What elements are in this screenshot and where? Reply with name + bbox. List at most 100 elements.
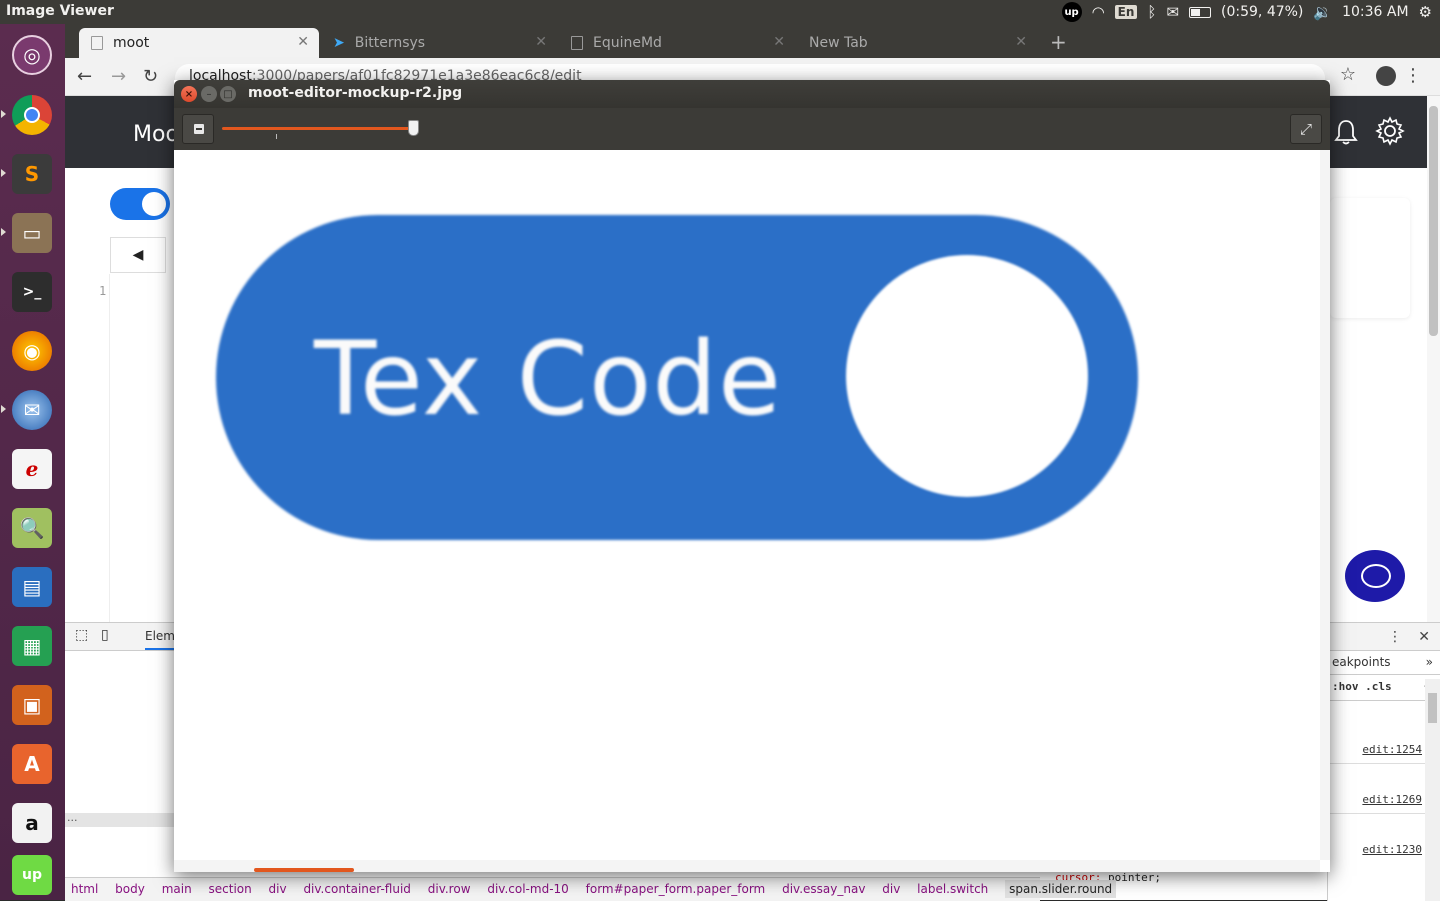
breadcrumb-item[interactable]: form#paper_form.paper_form	[586, 882, 766, 896]
document-viewer-icon[interactable]: ℯ	[7, 444, 57, 494]
system-tray: up ◠ En ᛒ ✉ (0:59, 47%) 🔉 10:36 AM ⚙	[1061, 0, 1440, 24]
tab-moot[interactable]: moot ✕	[79, 28, 319, 58]
zoom-out-button[interactable]	[182, 114, 214, 144]
system-settings-gear-icon[interactable]: ⚙	[1419, 3, 1432, 21]
breadcrumb-item[interactable]: div	[882, 882, 900, 896]
collapse-button[interactable]: ◀	[110, 237, 166, 273]
keyboard-language-indicator[interactable]: En	[1114, 5, 1138, 19]
unity-launcher: ◎ S ▭ >_ ◉ ✉ ℯ 🔍 ▤ ▦ ▣ A a up	[0, 24, 65, 900]
wifi-icon[interactable]: ◠	[1092, 3, 1105, 21]
tab-equinemd[interactable]: EquineMd ✕	[559, 28, 795, 58]
new-tab-plus-icon[interactable]: +	[1050, 30, 1067, 54]
sublime-text-icon[interactable]: S	[7, 149, 57, 199]
zoom-slider-handle[interactable]	[408, 120, 420, 136]
files-icon[interactable]: ▭	[7, 208, 57, 258]
viewer-title: moot-editor-mockup-r2.jpg	[248, 85, 463, 101]
chat-widget-icon[interactable]	[1345, 550, 1405, 602]
breadcrumb-item[interactable]: main	[162, 882, 192, 896]
libreoffice-calc-icon[interactable]: ▦	[7, 621, 57, 671]
close-tab-icon[interactable]: ✕	[773, 34, 785, 50]
libreoffice-writer-icon[interactable]: ▤	[7, 562, 57, 612]
clock[interactable]: 10:36 AM	[1342, 4, 1408, 20]
style-source-link[interactable]: edit:1254	[1362, 743, 1422, 756]
zoom-slider[interactable]	[222, 127, 416, 130]
tab-strip: moot ✕ ➤ Bitternsys ✕ EquineMd ✕ New Tab…	[65, 24, 1440, 58]
page-icon	[571, 36, 583, 50]
more-tabs-chevron-icon[interactable]: »	[1426, 655, 1433, 669]
browser-menu-icon[interactable]: ⋮	[1404, 65, 1422, 86]
tex-code-toggle-switch[interactable]	[110, 188, 170, 220]
collapsed-node-row[interactable]: ...	[65, 812, 175, 827]
device-toolbar-icon[interactable]: ▯	[101, 627, 109, 643]
back-arrow-icon[interactable]: ←	[77, 66, 92, 87]
breadcrumb-item-selected[interactable]: span.slider.round	[1005, 880, 1117, 898]
dom-breadcrumb: html body main section div div.container…	[65, 877, 1117, 901]
rule-divider	[1328, 763, 1428, 764]
image-toggle-label: Tex Code	[314, 320, 782, 439]
volume-icon[interactable]: 🔉	[1313, 3, 1332, 21]
top-panel: Image Viewer up ◠ En ᛒ ✉ (0:59, 47%) 🔉 1…	[0, 0, 1440, 24]
page-icon	[91, 36, 103, 50]
viewer-vertical-scrollbar[interactable]	[1320, 150, 1330, 860]
page-scrollbar[interactable]	[1427, 96, 1440, 626]
breadcrumb-item[interactable]: label.switch	[917, 882, 988, 896]
maximize-window-icon[interactable]: □	[220, 86, 236, 102]
tab-elements[interactable]: Elem	[145, 629, 175, 650]
scrollbar-thumb[interactable]	[254, 868, 354, 872]
state-class-toggles[interactable]: :hov .cls	[1332, 680, 1392, 693]
chrome-icon[interactable]	[7, 90, 57, 140]
app-brand[interactable]: Moo	[133, 122, 179, 147]
tab-label: New Tab	[809, 35, 868, 51]
profile-avatar-icon[interactable]	[1376, 66, 1396, 86]
forward-arrow-icon[interactable]: →	[111, 66, 126, 87]
image-canvas[interactable]: Tex Code	[174, 150, 1320, 860]
close-tab-icon[interactable]: ✕	[535, 34, 547, 50]
settings-gear-icon[interactable]	[1375, 116, 1405, 146]
style-source-link[interactable]: edit:1269	[1362, 793, 1422, 806]
firefox-icon[interactable]: ◉	[7, 326, 57, 376]
thunderbird-icon[interactable]: ✉	[7, 385, 57, 435]
styles-scrollbar[interactable]	[1425, 679, 1440, 901]
bookmark-star-icon[interactable]: ☆	[1340, 64, 1356, 85]
amazon-icon[interactable]: a	[7, 798, 57, 848]
tab-breakpoints[interactable]: eakpoints	[1332, 655, 1391, 669]
image-viewer-icon[interactable]: 🔍	[7, 503, 57, 553]
breadcrumb-item[interactable]: body	[115, 882, 145, 896]
scrollbar-thumb[interactable]	[1429, 106, 1438, 336]
breadcrumb-item[interactable]: div.col-md-10	[487, 882, 568, 896]
reload-icon[interactable]: ↻	[143, 66, 158, 87]
ubuntu-dash-icon[interactable]: ◎	[7, 30, 57, 80]
software-center-icon[interactable]: A	[7, 739, 57, 789]
battery-icon[interactable]	[1189, 6, 1212, 18]
devtools-close-icon[interactable]: ✕	[1418, 629, 1430, 645]
bluetooth-icon[interactable]: ᛒ	[1147, 3, 1156, 21]
tab-new-tab[interactable]: New Tab ✕	[797, 28, 1037, 58]
styles-subtabs: eakpoints »	[1328, 651, 1440, 675]
mail-icon[interactable]: ✉	[1166, 3, 1179, 21]
close-tab-icon[interactable]: ✕	[1015, 34, 1027, 50]
fullscreen-button[interactable]: ⤢	[1290, 114, 1322, 144]
inspect-element-icon[interactable]: ⬚	[75, 627, 88, 643]
running-indicator	[1, 228, 6, 236]
libreoffice-impress-icon[interactable]: ▣	[7, 680, 57, 730]
upwork-indicator-icon[interactable]: up	[1061, 2, 1082, 22]
viewer-horizontal-scrollbar[interactable]	[174, 860, 1320, 872]
breadcrumb-item[interactable]: div	[269, 882, 287, 896]
breadcrumb-item[interactable]: div.container-fluid	[303, 882, 410, 896]
breadcrumb-item[interactable]: div.row	[428, 882, 471, 896]
close-tab-icon[interactable]: ✕	[297, 34, 309, 50]
tab-bitternsys[interactable]: ➤ Bitternsys ✕	[321, 28, 557, 58]
viewer-titlebar[interactable]: × – □ moot-editor-mockup-r2.jpg	[174, 80, 1330, 108]
breadcrumb-item[interactable]: section	[209, 882, 252, 896]
notifications-bell-icon[interactable]	[1333, 118, 1359, 146]
scrollbar-thumb[interactable]	[1428, 693, 1437, 723]
breadcrumb-item[interactable]: html	[71, 882, 98, 896]
battery-status[interactable]: (0:59, 47%)	[1221, 4, 1303, 20]
close-window-icon[interactable]: ×	[181, 86, 197, 102]
upwork-icon[interactable]: up	[7, 850, 57, 900]
devtools-menu-icon[interactable]: ⋮	[1388, 629, 1402, 645]
breadcrumb-item[interactable]: div.essay_nav	[782, 882, 865, 896]
style-source-link[interactable]: edit:1230	[1362, 843, 1422, 856]
terminal-icon[interactable]: >_	[7, 267, 57, 317]
minimize-window-icon[interactable]: –	[201, 86, 217, 102]
